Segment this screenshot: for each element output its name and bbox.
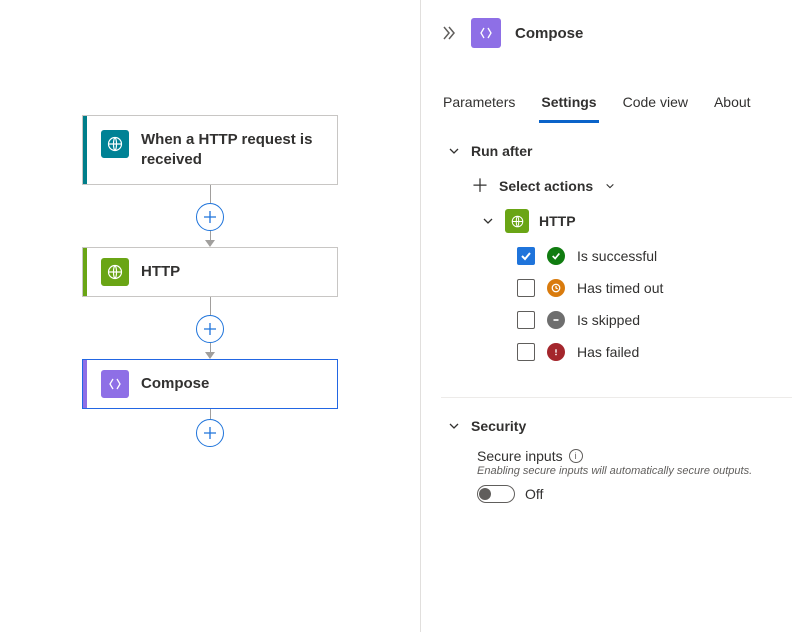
select-actions-button[interactable]: ＋ Select actions [471, 177, 792, 195]
status-skipped: Is skipped [517, 311, 792, 329]
compose-icon [471, 18, 501, 48]
run-after-toggle[interactable]: Run after [447, 143, 792, 159]
predecessor-action-row[interactable]: HTTP [481, 209, 792, 233]
minus-circle-icon [547, 311, 565, 329]
section-divider [441, 397, 792, 398]
arrow-down-icon [205, 352, 215, 359]
checkbox-timed-out[interactable] [517, 279, 535, 297]
error-circle-icon [547, 343, 565, 361]
details-panel: Compose Parameters Settings Code view Ab… [420, 0, 812, 632]
tab-code-view[interactable]: Code view [621, 84, 690, 123]
panel-title: Compose [515, 25, 583, 42]
status-label: Is successful [577, 248, 657, 264]
section-title: Run after [471, 143, 532, 159]
secure-inputs-toggle[interactable] [477, 485, 515, 503]
chevron-down-icon [603, 179, 617, 193]
flow-node-compose[interactable]: Compose [82, 359, 338, 409]
security-section: Security Secure inputs i Enabling secure… [421, 404, 812, 519]
status-list: Is successful Has timed out Is skipped [517, 247, 792, 361]
add-step-button[interactable] [196, 203, 224, 231]
section-title: Security [471, 418, 526, 434]
toggle-state-label: Off [525, 486, 543, 502]
add-step-button[interactable] [196, 419, 224, 447]
info-icon[interactable]: i [569, 449, 583, 463]
connector [0, 185, 420, 247]
compose-icon [101, 370, 129, 398]
select-actions-label: Select actions [499, 178, 593, 194]
status-label: Has timed out [577, 280, 663, 296]
chevron-down-icon [447, 144, 461, 158]
globe-icon [101, 130, 129, 158]
run-after-section: Run after ＋ Select actions HTTP [421, 123, 812, 391]
globe-icon [505, 209, 529, 233]
arrow-down-icon [205, 240, 215, 247]
node-label: Compose [141, 374, 209, 394]
tab-settings[interactable]: Settings [539, 84, 598, 123]
secure-inputs-label: Secure inputs i [477, 448, 792, 464]
plus-icon: ＋ [471, 177, 489, 195]
node-label: When a HTTP request is received [141, 130, 323, 169]
security-toggle[interactable]: Security [447, 418, 792, 434]
add-step-button[interactable] [196, 315, 224, 343]
chevron-down-icon [481, 214, 495, 228]
flow-node-trigger[interactable]: When a HTTP request is received [82, 115, 338, 185]
check-circle-icon [547, 247, 565, 265]
status-label: Has failed [577, 344, 639, 360]
flow-node-http[interactable]: HTTP [82, 247, 338, 297]
status-label: Is skipped [577, 312, 640, 328]
secure-inputs-hint: Enabling secure inputs will automaticall… [477, 465, 792, 477]
tab-about[interactable]: About [712, 84, 753, 123]
checkbox-skipped[interactable] [517, 311, 535, 329]
checkbox-is-successful[interactable] [517, 247, 535, 265]
clock-icon [547, 279, 565, 297]
chevron-down-icon [447, 419, 461, 433]
status-is-successful: Is successful [517, 247, 792, 265]
checkbox-failed[interactable] [517, 343, 535, 361]
status-failed: Has failed [517, 343, 792, 361]
tab-parameters[interactable]: Parameters [441, 84, 517, 123]
collapse-panel-button[interactable] [441, 26, 457, 40]
connector [0, 297, 420, 359]
status-timed-out: Has timed out [517, 279, 792, 297]
flow-canvas: When a HTTP request is received HTTP [0, 0, 420, 632]
connector-end [0, 409, 420, 447]
node-label: HTTP [141, 262, 180, 282]
predecessor-name: HTTP [539, 213, 576, 229]
globe-icon [101, 258, 129, 286]
tab-bar: Parameters Settings Code view About [421, 84, 812, 123]
